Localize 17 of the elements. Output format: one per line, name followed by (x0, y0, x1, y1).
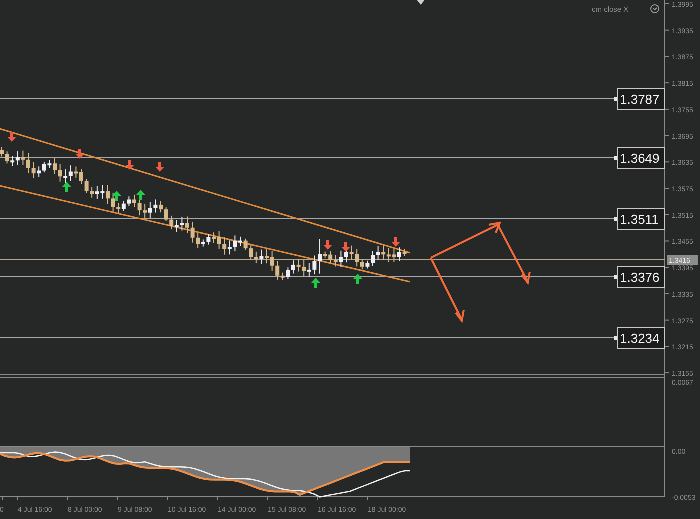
down-arrow-icon (126, 160, 134, 170)
down-arrow-icon (8, 132, 16, 142)
up-arrow-icon (62, 182, 72, 192)
up-arrow-icon (112, 191, 122, 201)
level-price-label: 1.3511 (617, 208, 665, 230)
up-arrow-icon (136, 190, 146, 200)
shift-marker-icon (417, 0, 425, 5)
close-icon[interactable] (650, 4, 660, 14)
down-arrow-icon (392, 237, 400, 247)
down-arrow-icon (76, 149, 84, 159)
level-price-label: 1.3376 (617, 266, 665, 288)
down-arrow-icon (156, 162, 164, 172)
level-price-label: 1.3649 (617, 147, 665, 169)
up-arrow-icon (354, 274, 362, 284)
level-price-label: 1.3787 (617, 88, 665, 110)
level-price-label: 1.3234 (617, 327, 665, 349)
up-arrow-icon (312, 278, 320, 288)
